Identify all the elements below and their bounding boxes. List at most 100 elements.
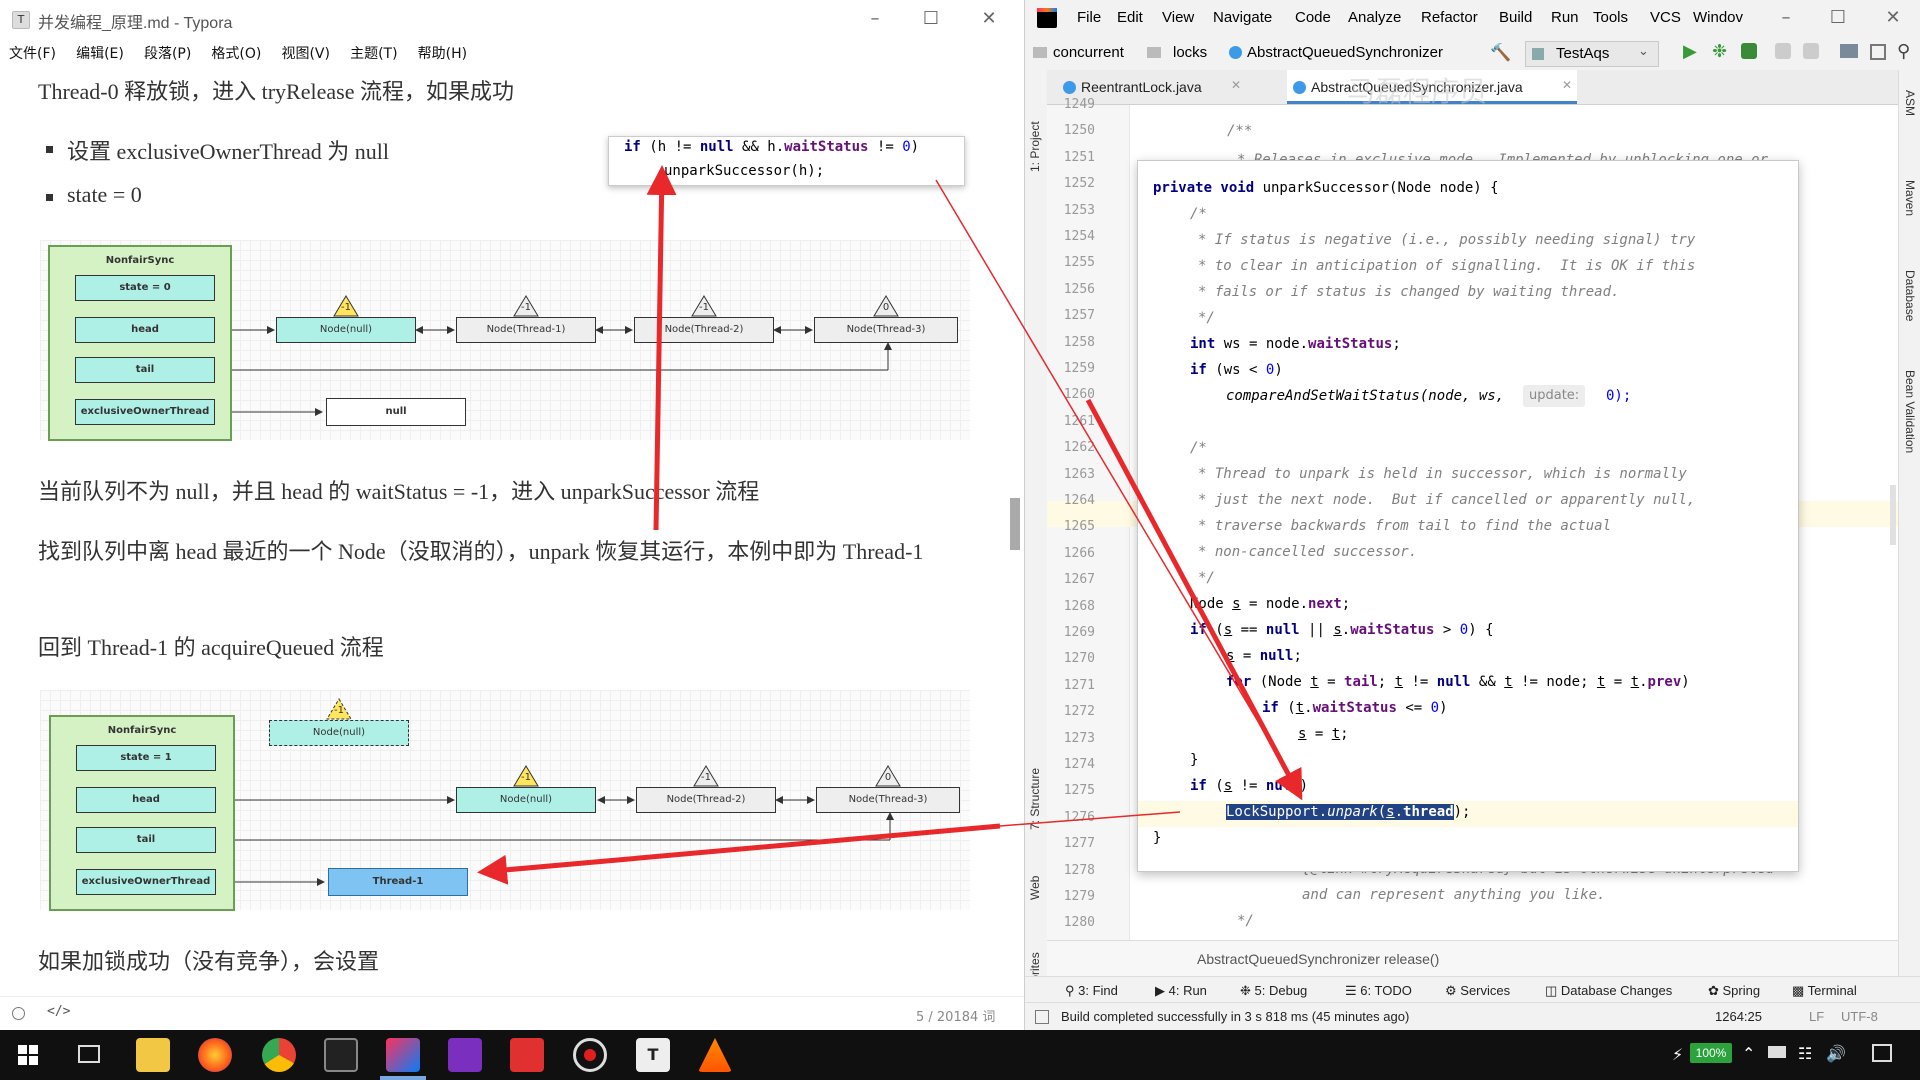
- project-structure-icon[interactable]: [1840, 44, 1858, 58]
- menu-file[interactable]: 文件(F): [9, 43, 62, 63]
- menu-window[interactable]: Windov: [1693, 9, 1743, 26]
- breadcrumb-item[interactable]: concurrent: [1053, 44, 1124, 61]
- minimize-button[interactable]: –: [852, 6, 898, 32]
- tool-find[interactable]: ⚲ 3: Find: [1065, 983, 1118, 999]
- tool-project[interactable]: 1: Project: [1028, 82, 1042, 172]
- wait-status-flag: -1: [701, 772, 711, 783]
- line-number: 1262: [1063, 440, 1095, 456]
- battery-indicator[interactable]: 100%: [1690, 1043, 1732, 1063]
- xmind-icon[interactable]: [510, 1038, 544, 1072]
- menu-help[interactable]: 帮助(H): [418, 43, 473, 63]
- run-config-select[interactable]: TestAqs ⌄: [1525, 41, 1659, 67]
- tool-asm[interactable]: ASM: [1903, 90, 1917, 130]
- close-icon[interactable]: ✕: [1562, 78, 1572, 92]
- maximize-button[interactable]: ☐: [1815, 5, 1861, 31]
- tool-services[interactable]: ⚙ Services: [1445, 983, 1510, 999]
- menu-view[interactable]: 视图(V): [281, 43, 336, 63]
- volume-icon[interactable]: 🔊: [1826, 1044, 1846, 1063]
- source-mode-icon[interactable]: </>: [47, 1004, 70, 1019]
- vlc-icon[interactable]: [698, 1038, 732, 1072]
- tool-bean-validation[interactable]: Bean Validation: [1903, 370, 1917, 500]
- menu-run[interactable]: Run: [1551, 9, 1579, 26]
- battery-icon[interactable]: [1768, 1046, 1786, 1058]
- maximize-button[interactable]: ☐: [908, 6, 954, 32]
- paragraph: 回到 Thread-1 的 acquireQueued 流程: [38, 635, 384, 660]
- tool-spring[interactable]: ✿ Spring: [1708, 983, 1760, 999]
- terminal-icon[interactable]: [324, 1038, 358, 1072]
- close-icon[interactable]: ✕: [1231, 78, 1241, 92]
- build-hammer-icon[interactable]: 🔨: [1490, 43, 1511, 63]
- crumb-method[interactable]: release(): [1384, 951, 1439, 967]
- minimize-button[interactable]: –: [1763, 5, 1809, 31]
- network-icon[interactable]: ☷: [1798, 1044, 1812, 1063]
- visual-studio-icon[interactable]: [448, 1038, 482, 1072]
- tool-todo[interactable]: ☰ 6: TODO: [1345, 983, 1412, 999]
- menu-vcs[interactable]: VCS: [1650, 9, 1681, 26]
- stop-icon[interactable]: [1803, 43, 1819, 59]
- outline-toggle-icon[interactable]: [12, 1007, 25, 1020]
- selected-text[interactable]: LockSupport.unpark(s.thread: [1226, 804, 1454, 820]
- windows-start-icon[interactable]: [18, 1045, 38, 1065]
- menu-edit[interactable]: 编辑(E): [76, 43, 130, 63]
- notification-center-icon[interactable]: [1872, 1044, 1892, 1062]
- run-icon[interactable]: ▶: [1683, 41, 1697, 62]
- file-encoding[interactable]: UTF-8: [1841, 1009, 1878, 1024]
- typora-taskbar-icon[interactable]: T: [636, 1038, 670, 1072]
- menu-build[interactable]: Build: [1499, 9, 1532, 26]
- tool-debug[interactable]: ❉ 5: Debug: [1240, 983, 1307, 999]
- quick-definition-popup[interactable]: private void unparkSuccessor(Node node) …: [1137, 160, 1799, 872]
- chevron-up-icon[interactable]: ⌃: [1742, 1044, 1755, 1063]
- line-separator[interactable]: LF: [1809, 1009, 1824, 1024]
- menu-code[interactable]: Code: [1295, 9, 1331, 26]
- menu-edit[interactable]: Edit: [1117, 9, 1143, 26]
- coverage-icon[interactable]: [1741, 43, 1757, 59]
- file-explorer-icon[interactable]: [136, 1038, 170, 1072]
- menu-paragraph[interactable]: 段落(P): [144, 43, 197, 63]
- search-icon[interactable]: ⚲: [1897, 41, 1910, 62]
- power-plug-icon[interactable]: ⚡: [1672, 1045, 1683, 1064]
- menu-navigate[interactable]: Navigate: [1213, 9, 1272, 26]
- tool-run[interactable]: ▶ 4: Run: [1155, 983, 1207, 999]
- debug-icon[interactable]: ❉: [1712, 41, 1727, 62]
- chrome-icon[interactable]: [262, 1038, 296, 1072]
- idea-menubar: File Edit View Navigate Code Analyze Ref…: [1025, 0, 1920, 36]
- tool-terminal[interactable]: ▩ Terminal: [1792, 983, 1857, 999]
- layout-icon[interactable]: [1870, 44, 1886, 60]
- menu-theme[interactable]: 主题(T): [350, 43, 403, 63]
- tool-structure[interactable]: 7: Structure: [1028, 735, 1042, 830]
- word-count[interactable]: 5 / 20184 词: [916, 1006, 995, 1025]
- menu-file[interactable]: File: [1077, 9, 1101, 26]
- tool-database[interactable]: Database: [1903, 270, 1917, 350]
- typora-statusbar: </> 5 / 20184 词: [0, 996, 1024, 1030]
- line-number: 1253: [1063, 202, 1095, 218]
- menu-refactor[interactable]: Refactor: [1421, 9, 1478, 26]
- state-field: state = 1: [76, 745, 216, 771]
- profile-icon[interactable]: [1775, 43, 1791, 59]
- menu-analyze[interactable]: Analyze: [1348, 9, 1401, 26]
- breadcrumb-item[interactable]: locks: [1173, 44, 1207, 61]
- task-view-icon[interactable]: [78, 1045, 100, 1063]
- editor-scrollbar[interactable]: [1890, 485, 1896, 545]
- breadcrumb-item[interactable]: AbstractQueuedSynchronizer: [1247, 44, 1443, 61]
- menu-tools[interactable]: Tools: [1593, 9, 1628, 26]
- line-number: 1266: [1063, 545, 1095, 561]
- menu-format[interactable]: 格式(O): [211, 43, 267, 63]
- tool-web[interactable]: Web: [1028, 860, 1042, 900]
- code-line: */: [1198, 310, 1215, 326]
- caret-position[interactable]: 1264:25: [1715, 1009, 1762, 1024]
- status-toggle-icon[interactable]: [1035, 1010, 1049, 1024]
- intellij-icon[interactable]: [386, 1038, 420, 1072]
- firefox-icon[interactable]: [198, 1038, 232, 1072]
- right-tool-strip: ASM Maven Database Bean Validation: [1898, 70, 1920, 976]
- close-button[interactable]: ✕: [1870, 5, 1916, 31]
- queue-node: Node(Thread-2): [634, 317, 774, 343]
- editor-area[interactable]: 1249 1250 1251 1252 1253 1254 1255 1256 1257 1258…: [1047, 97, 1898, 940]
- typora-scrollbar-thumb[interactable]: [1010, 498, 1020, 550]
- tool-database-changes[interactable]: ◫ Database Changes: [1545, 983, 1672, 999]
- close-button[interactable]: ✕: [966, 6, 1012, 32]
- menu-view[interactable]: View: [1162, 9, 1194, 26]
- crumb-class[interactable]: AbstractQueuedSynchronizer: [1197, 951, 1380, 967]
- wait-status-flag: -1: [341, 302, 351, 313]
- record-icon[interactable]: [573, 1038, 607, 1072]
- tool-maven[interactable]: Maven: [1903, 180, 1917, 240]
